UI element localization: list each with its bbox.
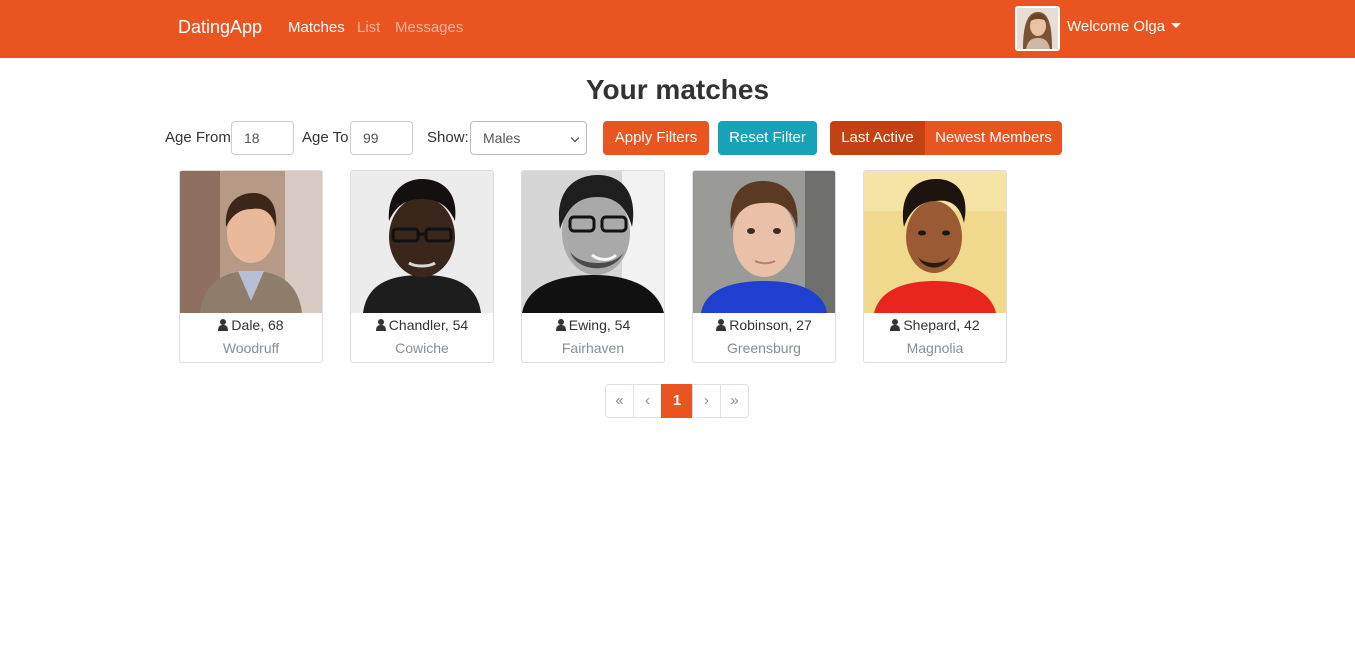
member-card[interactable]: Dale, 68 Woodruff	[179, 170, 323, 363]
member-photo[interactable]	[864, 171, 1006, 313]
page-title: Your matches	[585, 74, 770, 105]
user-icon	[375, 318, 386, 331]
apply-filters-button[interactable]: Apply Filters	[603, 121, 709, 155]
member-name-age: Chandler, 54	[351, 317, 493, 333]
member-photo[interactable]	[522, 171, 664, 313]
navbar: DatingApp Matches List Messages Welcome …	[0, 0, 1355, 58]
member-city: Magnolia	[906, 340, 964, 356]
user-icon	[218, 318, 229, 331]
gender-select-value: Males	[483, 130, 521, 146]
next-page-button[interactable]: ›	[692, 384, 721, 418]
age-from-label: Age From	[165, 129, 231, 146]
member-name-age: Dale, 68	[180, 317, 322, 333]
page-1-button[interactable]: 1	[661, 384, 693, 418]
nav-messages[interactable]: Messages	[395, 19, 463, 36]
caret-down-icon	[1171, 22, 1182, 28]
member-name-age: Ewing, 54	[522, 317, 664, 333]
prev-page-button[interactable]: ‹	[633, 384, 662, 418]
member-city: Woodruff	[222, 340, 280, 356]
member-city: Greensburg	[727, 340, 801, 356]
welcome-text: Welcome Olga	[1067, 18, 1166, 35]
member-card[interactable]: Shepard, 42 Magnolia	[863, 170, 1007, 363]
member-city: Fairhaven	[561, 340, 625, 356]
member-photo[interactable]	[180, 171, 322, 313]
sort-newest-members-button[interactable]: Newest Members	[925, 121, 1062, 155]
first-page-button[interactable]: «	[605, 384, 634, 418]
pagination: « ‹ 1 › »	[605, 384, 749, 418]
nav-list[interactable]: List	[357, 19, 380, 36]
age-from-input[interactable]	[231, 121, 294, 155]
member-city: Cowiche	[395, 340, 449, 356]
last-page-button[interactable]: »	[720, 384, 749, 418]
member-photo[interactable]	[693, 171, 835, 313]
brand-link[interactable]: DatingApp	[178, 17, 262, 38]
member-card[interactable]: Ewing, 54 Fairhaven	[521, 170, 665, 363]
gender-select[interactable]: Males	[470, 121, 587, 155]
member-name-age: Shepard, 42	[864, 317, 1006, 333]
member-name-age: Robinson, 27	[693, 317, 835, 333]
nav-matches[interactable]: Matches	[288, 19, 345, 36]
user-icon	[555, 318, 566, 331]
age-to-input[interactable]	[350, 121, 413, 155]
reset-filter-button[interactable]: Reset Filter	[718, 121, 817, 155]
age-to-label: Age To	[302, 129, 349, 146]
member-card[interactable]: Chandler, 54 Cowiche	[350, 170, 494, 363]
member-photo[interactable]	[351, 171, 493, 313]
show-label: Show:	[427, 129, 469, 146]
sort-last-active-button[interactable]: Last Active	[830, 121, 925, 155]
chevron-down-icon	[570, 133, 580, 143]
user-icon	[716, 318, 727, 331]
user-avatar	[1015, 6, 1060, 51]
user-menu-toggle[interactable]: Welcome Olga	[1067, 18, 1182, 35]
member-card[interactable]: Robinson, 27 Greensburg	[692, 170, 836, 363]
user-icon	[890, 318, 901, 331]
